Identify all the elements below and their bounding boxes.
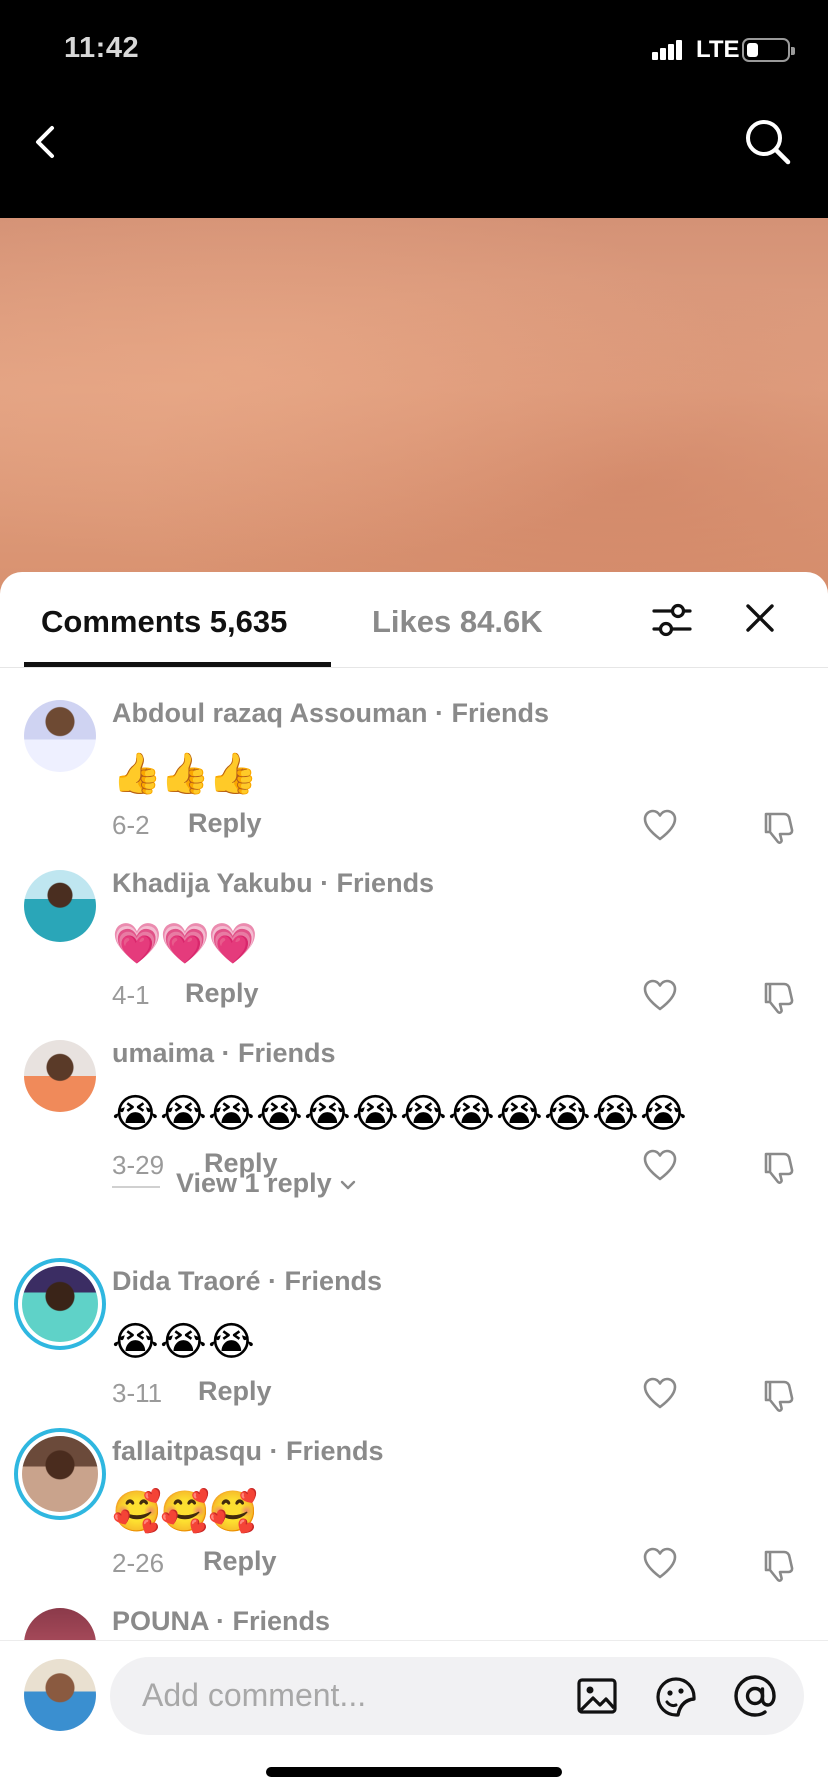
sticker-icon[interactable] xyxy=(654,1675,698,1719)
comment-text: 💗💗💗 xyxy=(112,921,258,967)
user-avatar xyxy=(24,1659,96,1731)
comment-date: 2-26 xyxy=(112,1548,165,1578)
tab-bar: Comments 5,635 Likes 84.6K xyxy=(0,572,828,668)
heart-icon[interactable] xyxy=(642,978,678,1012)
reply-button[interactable]: Reply xyxy=(203,1546,277,1577)
comment-author[interactable]: Khadija Yakubu · Friends xyxy=(112,868,434,899)
comment-item: Khadija Yakubu · Friends 💗💗💗 4-1 Reply xyxy=(0,838,828,1014)
comment-author[interactable]: Dida Traoré · Friends xyxy=(112,1266,382,1297)
tab-comments[interactable]: Comments 5,635 xyxy=(41,604,287,640)
comment-author[interactable]: fallaitpasqu · Friends xyxy=(112,1436,384,1467)
status-bar: 11:42 LTE xyxy=(0,0,828,100)
close-icon[interactable] xyxy=(740,598,780,638)
comment-author[interactable]: POUNA · Friends xyxy=(112,1606,330,1637)
comment-item: umaima · Friends 😭😭😭😭😭😭😭😭😭😭😭😭 3-29 Reply xyxy=(0,1008,828,1184)
heart-icon[interactable] xyxy=(642,1148,678,1182)
tab-underline xyxy=(24,662,331,667)
comment-input-placeholder: Add comment... xyxy=(142,1677,367,1713)
back-icon[interactable] xyxy=(26,118,66,166)
heart-icon[interactable] xyxy=(642,808,678,842)
comment-date: 3-11 xyxy=(112,1378,163,1408)
avatar[interactable] xyxy=(14,1258,106,1350)
comment-composer: Add comment... xyxy=(0,1640,828,1792)
signal-icon xyxy=(652,40,682,60)
heart-icon[interactable] xyxy=(642,1546,678,1580)
comment-author[interactable]: umaima · Friends xyxy=(112,1038,336,1069)
view-replies-label: View 1 reply xyxy=(176,1168,357,1199)
nav-bar xyxy=(0,100,828,218)
network-label: LTE xyxy=(696,36,740,63)
tab-likes[interactable]: Likes 84.6K xyxy=(372,604,543,640)
comment-item: Abdoul razaq Assouman · Friends 👍👍👍 6-2 … xyxy=(0,668,828,844)
comment-text: 👍👍👍 xyxy=(112,751,258,797)
comment-text: 🥰🥰🥰 xyxy=(112,1489,258,1535)
comment-text: 😭😭😭😭😭😭😭😭😭😭😭😭 xyxy=(112,1091,687,1137)
divider xyxy=(112,1186,160,1188)
comment-date: 3-29 xyxy=(112,1150,165,1180)
comment-input[interactable]: Add comment... xyxy=(110,1657,804,1735)
comments-sheet: Comments 5,635 Likes 84.6K Abdoul razaq … xyxy=(0,572,828,1792)
comment-author[interactable]: Abdoul razaq Assouman · Friends xyxy=(112,698,549,729)
comment-item: fallaitpasqu · Friends 🥰🥰🥰 2-26 Reply xyxy=(0,1406,828,1582)
at-icon[interactable] xyxy=(732,1673,778,1719)
reply-button[interactable]: Reply xyxy=(188,808,262,839)
chevron-down-icon xyxy=(340,1180,356,1190)
video-preview[interactable] xyxy=(0,218,828,598)
avatar[interactable] xyxy=(24,870,96,942)
avatar[interactable] xyxy=(24,700,96,772)
reply-button[interactable]: Reply xyxy=(198,1376,272,1407)
avatar[interactable] xyxy=(14,1428,106,1520)
comment-date: 6-2 xyxy=(112,810,150,840)
home-indicator xyxy=(266,1767,562,1777)
status-time: 11:42 xyxy=(64,32,140,64)
battery-icon xyxy=(742,38,795,62)
avatar[interactable] xyxy=(24,1040,96,1112)
comment-date: 4-1 xyxy=(112,980,150,1010)
comment-text: 😭😭😭 xyxy=(112,1319,255,1365)
image-icon[interactable] xyxy=(576,1677,618,1715)
heart-icon[interactable] xyxy=(642,1376,678,1410)
comment-item: Dida Traoré · Friends 😭😭😭 3-11 Reply xyxy=(0,1236,828,1412)
search-icon[interactable] xyxy=(740,114,796,170)
reply-button[interactable]: Reply xyxy=(185,978,259,1009)
filter-icon[interactable] xyxy=(650,598,694,642)
dislike-icon[interactable] xyxy=(760,1148,796,1184)
